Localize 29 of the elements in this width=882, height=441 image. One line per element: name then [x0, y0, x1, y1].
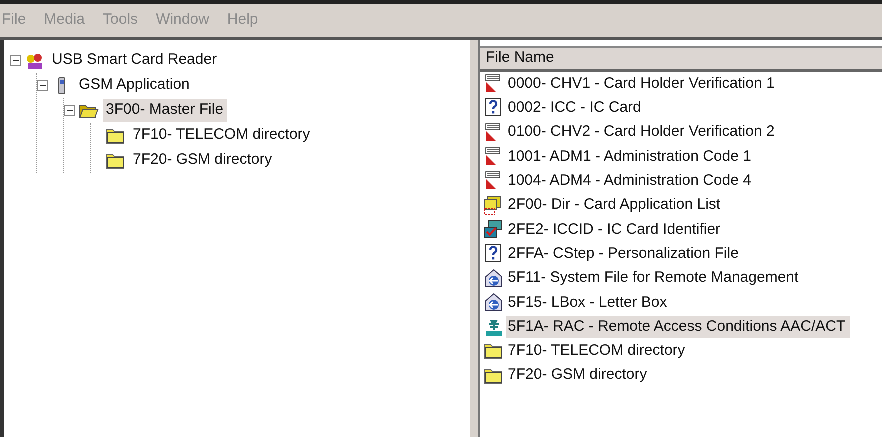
list-entry[interactable]: 2FFA- CStep - Personalization File [506, 242, 741, 266]
remote-file-icon [484, 268, 504, 289]
list-entry[interactable]: 1004- ADM4 - Administration Code 4 [506, 170, 754, 193]
list-entry[interactable]: 5F11- System File for Remote Management [506, 267, 801, 290]
list-entry[interactable]: 1001- ADM1 - Administration Code 1 [506, 146, 754, 168]
list-entry[interactable]: 0000- CHV1 - Card Holder Verification 1 [506, 72, 777, 96]
tree-item[interactable]: 3F00- Master File [103, 99, 227, 122]
question-mark-icon [484, 244, 504, 264]
remote-file-icon [484, 292, 504, 313]
list-entry[interactable]: 5F15- LBox - Letter Box [506, 292, 670, 314]
list-entry[interactable]: 5F1A- RAC - Remote Access Conditions AAC/ACT [506, 316, 850, 338]
list-entry[interactable]: 2F00- Dir - Card Application List [506, 194, 723, 217]
application-list-icon [484, 196, 504, 216]
tree-item[interactable]: 7F10- TELECOM directory [130, 124, 314, 147]
tree-item[interactable]: GSM Application [76, 74, 193, 97]
column-header[interactable]: File Name [486, 47, 554, 70]
antenna-tower-icon [484, 317, 504, 338]
question-mark-icon [484, 98, 504, 118]
list-entry[interactable]: 7F10- TELECOM directory [506, 340, 688, 363]
card-id-icon [484, 220, 504, 240]
list-entry[interactable]: 0002- ICC - IC Card [506, 97, 644, 120]
tree-item[interactable]: USB Smart Card Reader [49, 49, 220, 72]
collapse-toggle[interactable] [10, 55, 21, 66]
collapse-toggle[interactable] [37, 80, 48, 91]
list-entry[interactable]: 2FE2- ICCID - IC Card Identifier [506, 218, 723, 242]
collapse-toggle[interactable] [64, 105, 75, 116]
tree-item[interactable]: 7F20- GSM directory [130, 149, 276, 172]
list-entry[interactable]: 7F20- GSM directory [506, 364, 650, 387]
list-entry[interactable]: 0100- CHV2 - Card Holder Verification 2 [506, 121, 777, 144]
